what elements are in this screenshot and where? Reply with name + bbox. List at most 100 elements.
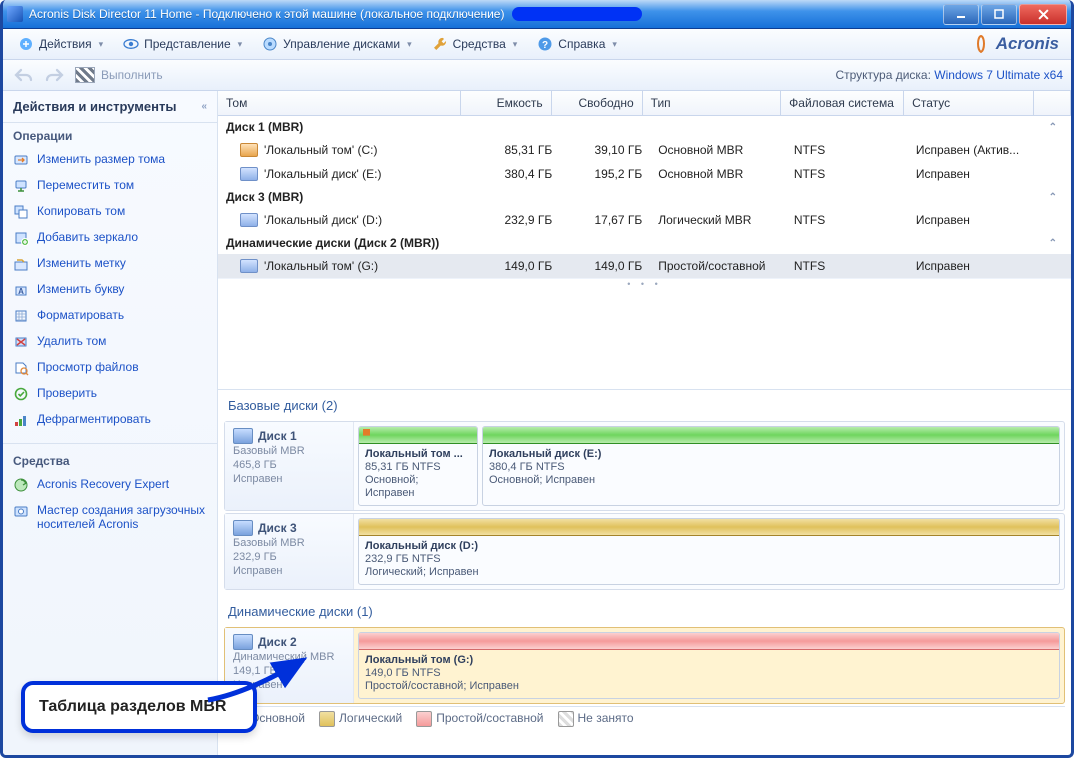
struct-value[interactable]: Windows 7 Ultimate x64: [934, 68, 1063, 82]
sidebar-op-2[interactable]: Копировать том: [3, 199, 217, 225]
disk-size: 149,1 ГБ: [233, 665, 345, 678]
volume-row[interactable]: 'Локальный том' (G:)149,0 ГБ149,0 ГБПрос…: [218, 254, 1071, 278]
menubar: Действия▾ Представление▾ Управление диск…: [3, 29, 1071, 60]
sidebar-section-operations: Операции: [3, 123, 217, 145]
menu-help[interactable]: ? Справка▾: [528, 32, 626, 56]
sidebar-op-5[interactable]: AИзменить букву: [3, 277, 217, 303]
group-header[interactable]: Диск 1 (MBR)⌃: [218, 116, 1071, 138]
group-title: Динамические диски (Диск 2 (MBR)): [226, 236, 439, 250]
brand-logo: Acronis: [972, 34, 1065, 54]
menu-actions-label: Действия: [39, 37, 92, 51]
undo-button[interactable]: [11, 63, 35, 87]
disk-name: Диск 3: [258, 521, 297, 535]
legend-logical: Логический: [319, 711, 402, 727]
disk-map-pane: Базовые диски (2) Диск 1Базовый MBR465,8…: [218, 390, 1071, 755]
disk-row[interactable]: Диск 3Базовый MBR232,9 ГБИсправенЛокальн…: [224, 513, 1065, 590]
group-header[interactable]: Диск 3 (MBR)⌃: [218, 186, 1071, 208]
volume-type: Основной MBR: [650, 141, 786, 159]
sidebar-op-4[interactable]: Изменить метку: [3, 251, 217, 277]
brand-text: Acronis: [996, 34, 1059, 54]
sidebar-tool-0[interactable]: Acronis Recovery Expert: [3, 472, 217, 498]
volume-icon: [240, 143, 258, 157]
disk-size: 232,9 ГБ: [233, 551, 345, 564]
op-icon: [13, 308, 29, 324]
menu-tools[interactable]: Средства▾: [423, 32, 527, 56]
app-icon: [7, 6, 23, 22]
menu-actions[interactable]: Действия▾: [9, 32, 112, 56]
volume-free: 149,0 ГБ: [560, 257, 650, 275]
partition-bar: [359, 633, 1059, 650]
redacted-hostname: [512, 7, 642, 21]
disk-row[interactable]: Диск 2Динамический MBR149,1 ГБИсправенЛо…: [224, 627, 1065, 704]
volume-status: Исправен: [908, 211, 1035, 229]
partition-size: 149,0 ГБ NTFS: [365, 667, 441, 679]
partition-size: 85,31 ГБ NTFS: [365, 461, 441, 473]
tool-label: Мастер создания загрузочных носителей Ac…: [37, 503, 207, 531]
volume-grid: Том Емкость Свободно Тип Файловая систем…: [218, 91, 1071, 390]
op-icon: A: [13, 282, 29, 298]
sidebar-op-7[interactable]: Удалить том: [3, 329, 217, 355]
volume-icon: [240, 167, 258, 181]
volume-capacity: 232,9 ГБ: [470, 211, 560, 229]
group-header[interactable]: Динамические диски (Диск 2 (MBR)) ⌃: [218, 232, 1071, 254]
collapse-group-icon[interactable]: ⌃: [1049, 238, 1063, 249]
annotation-text: Таблица разделов MBR: [39, 698, 226, 715]
sidebar-op-8[interactable]: Просмотр файлов: [3, 355, 217, 381]
sidebar-op-1[interactable]: Переместить том: [3, 173, 217, 199]
volume-type: Логический MBR: [650, 211, 786, 229]
partition[interactable]: Локальный том (G:)149,0 ГБ NTFSПростой/с…: [358, 632, 1060, 699]
col-header-free[interactable]: Свободно: [552, 91, 643, 115]
disk-structure-selector[interactable]: Структура диска: Windows 7 Ultimate x64: [835, 68, 1063, 82]
partition-size: 380,4 ГБ NTFS: [489, 461, 565, 473]
sidebar-op-9[interactable]: Проверить: [3, 381, 217, 407]
legend: Основной Логический Простой/составной Не…: [224, 706, 1065, 731]
sidebar-tool-1[interactable]: Мастер создания загрузочных носителей Ac…: [3, 498, 217, 536]
run-label: Выполнить: [101, 68, 163, 82]
actions-icon: [18, 36, 34, 52]
volume-row[interactable]: 'Локальный том' (C:)85,31 ГБ39,10 ГБОсно…: [218, 138, 1071, 162]
col-header-capacity[interactable]: Емкость: [461, 91, 552, 115]
sidebar-op-0[interactable]: Изменить размер тома: [3, 147, 217, 173]
volume-fs: NTFS: [786, 257, 908, 275]
partition[interactable]: Локальный диск (D:)232,9 ГБ NTFSЛогическ…: [358, 518, 1060, 585]
collapse-group-icon[interactable]: ⌃: [1049, 122, 1063, 133]
sidebar-op-10[interactable]: Дефрагментировать: [3, 407, 217, 433]
legend-free: Не занято: [558, 711, 634, 727]
collapse-group-icon[interactable]: ⌃: [1049, 192, 1063, 203]
volume-row[interactable]: 'Локальный диск' (D:)232,9 ГБ17,67 ГБЛог…: [218, 208, 1071, 232]
close-button[interactable]: [1019, 4, 1067, 25]
op-label: Изменить размер тома: [37, 152, 165, 166]
volume-icon: [240, 213, 258, 227]
disk-type: Динамический MBR: [233, 651, 345, 664]
tool-icon: [13, 477, 29, 493]
splitter-handle[interactable]: • • •: [218, 278, 1071, 287]
sidebar-title: Действия и инструменты: [13, 99, 176, 114]
svg-text:A: A: [18, 287, 24, 296]
op-label: Дефрагментировать: [37, 412, 151, 426]
run-button[interactable]: Выполнить: [75, 67, 163, 83]
volume-row[interactable]: 'Локальный диск' (E:)380,4 ГБ195,2 ГБОсн…: [218, 162, 1071, 186]
wrench-icon: [432, 36, 448, 52]
collapse-icon[interactable]: «: [201, 101, 207, 112]
disk-state: Исправен: [233, 565, 345, 578]
partition[interactable]: Локальный диск (E:)380,4 ГБ NTFSОсновной…: [482, 426, 1060, 506]
sidebar: Действия и инструменты « Операции Измени…: [3, 91, 218, 755]
redo-button[interactable]: [43, 63, 67, 87]
sidebar-section-tools: Средства: [3, 448, 217, 470]
minimize-button[interactable]: [943, 4, 979, 25]
col-header-volume[interactable]: Том: [218, 91, 461, 115]
partition-name: Локальный диск (D:): [365, 540, 478, 552]
disk-row[interactable]: Диск 1Базовый MBR465,8 ГБИсправенЛокальн…: [224, 421, 1065, 511]
menu-view[interactable]: Представление▾: [114, 32, 251, 56]
col-header-type[interactable]: Тип: [643, 91, 782, 115]
volume-name: 'Локальный диск' (E:): [264, 167, 381, 181]
menu-disk-management[interactable]: Управление дисками▾: [253, 32, 420, 56]
maximize-button[interactable]: [981, 4, 1017, 25]
sidebar-op-3[interactable]: Добавить зеркало: [3, 225, 217, 251]
col-header-filesystem[interactable]: Файловая система: [781, 91, 904, 115]
sidebar-op-6[interactable]: Форматировать: [3, 303, 217, 329]
partition[interactable]: Локальный том ...85,31 ГБ NTFSОсновной; …: [358, 426, 478, 506]
col-header-status[interactable]: Статус: [904, 91, 1034, 115]
disk-icon: [233, 520, 253, 536]
op-label: Удалить том: [37, 334, 106, 348]
